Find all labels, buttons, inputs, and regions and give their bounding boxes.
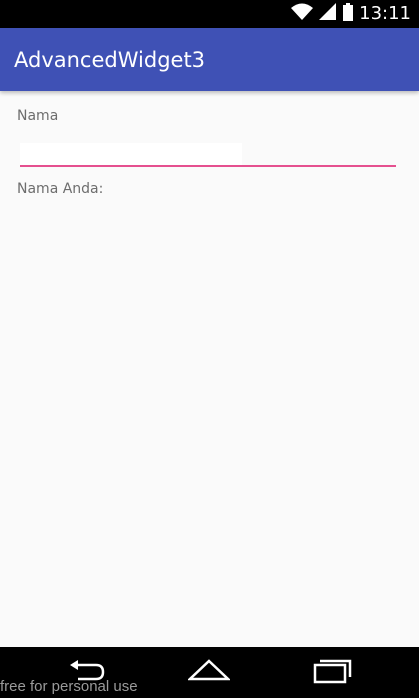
name-input[interactable] xyxy=(20,141,396,167)
app-title: AdvancedWidget3 xyxy=(14,48,206,72)
wifi-icon xyxy=(291,3,314,25)
status-bar: 13:11 xyxy=(0,0,419,28)
home-button[interactable] xyxy=(186,659,232,687)
recent-apps-icon xyxy=(313,658,353,688)
status-time: 13:11 xyxy=(359,3,411,24)
home-icon xyxy=(186,659,232,687)
app-bar: AdvancedWidget3 xyxy=(0,28,419,91)
status-icons: 13:11 xyxy=(291,0,411,28)
main-content: Nama Nama Anda: xyxy=(0,91,419,647)
recent-apps-button[interactable] xyxy=(313,659,353,687)
name-output-label: Nama Anda: xyxy=(17,181,104,197)
watermark-text: free for personal use xyxy=(0,678,138,695)
cell-signal-icon xyxy=(319,3,337,25)
name-label: Nama xyxy=(17,108,59,124)
battery-icon xyxy=(343,3,354,25)
